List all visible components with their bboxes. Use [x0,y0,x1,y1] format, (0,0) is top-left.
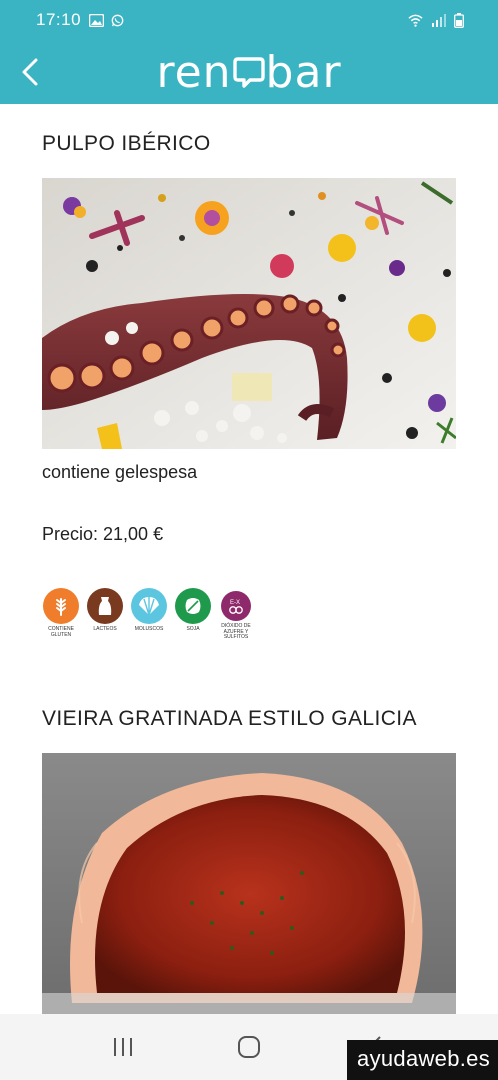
allergen-lacteos: LACTEOS [86,588,124,633]
signal-icon [432,13,446,27]
dish-title: PULPO IBÉRICO [42,132,211,155]
moluscos-icon [131,588,167,624]
allergen-label: SOJA [186,626,200,632]
dish-price: Precio: 21,00 € [42,524,164,544]
dish-image-vieira [42,753,456,1014]
lacteos-icon [87,588,123,624]
sulfitos-icon: E-X [221,591,251,621]
status-bar: 17:10 [0,0,498,40]
home-icon [238,1036,260,1058]
dish-title: VIEIRA GRATINADA ESTILO GALICIA [42,707,417,730]
gallery-icon [89,13,105,27]
allergen-label: DIÓXIDO DE AZUFRE Y SULFITOS [221,623,251,640]
status-time: 17:10 [36,10,82,29]
allergen-list: CONTIENE GLUTEN LACTEOS MOLUSCOS SOJA E-… [42,588,254,641]
allergen-sulfitos: E-X DIÓXIDO DE AZUFRE Y SULFITOS [218,588,254,641]
speech-bubble-icon [232,57,265,88]
dish-image-pulpo [42,178,456,449]
recents-button[interactable] [93,1017,153,1077]
scallop-photo [42,753,456,1014]
allergen-label: LACTEOS [93,626,117,632]
logo-prefix: ren [156,46,232,98]
battery-icon [454,12,464,28]
wifi-icon [408,14,423,27]
allergen-gluten: CONTIENE GLUTEN [42,588,80,638]
allergen-soja: SOJA [174,588,212,633]
recents-icon [114,1038,132,1056]
back-arrow-icon [22,58,38,86]
dish-description: contiene gelespesa [42,462,198,482]
whatsapp-icon [111,14,124,26]
gluten-icon [43,588,79,624]
soja-icon [175,588,211,624]
svg-text:E-X: E-X [230,600,240,606]
allergen-label: MOLUSCOS [134,626,164,632]
logo-suffix: bar [265,46,342,98]
renobar-logo: ren bar [156,47,341,98]
app-bar: ren bar [0,40,498,104]
home-button[interactable] [219,1017,279,1077]
octopus-photo [42,178,456,449]
allergen-moluscos: MOLUSCOS [130,588,168,633]
allergen-label: CONTIENE GLUTEN [48,626,74,638]
menu-content[interactable]: PULPO IBÉRICO contiene gelespesa Precio:… [0,104,498,1014]
watermark: ayudaweb.es [347,1040,498,1080]
back-button[interactable] [8,50,52,94]
